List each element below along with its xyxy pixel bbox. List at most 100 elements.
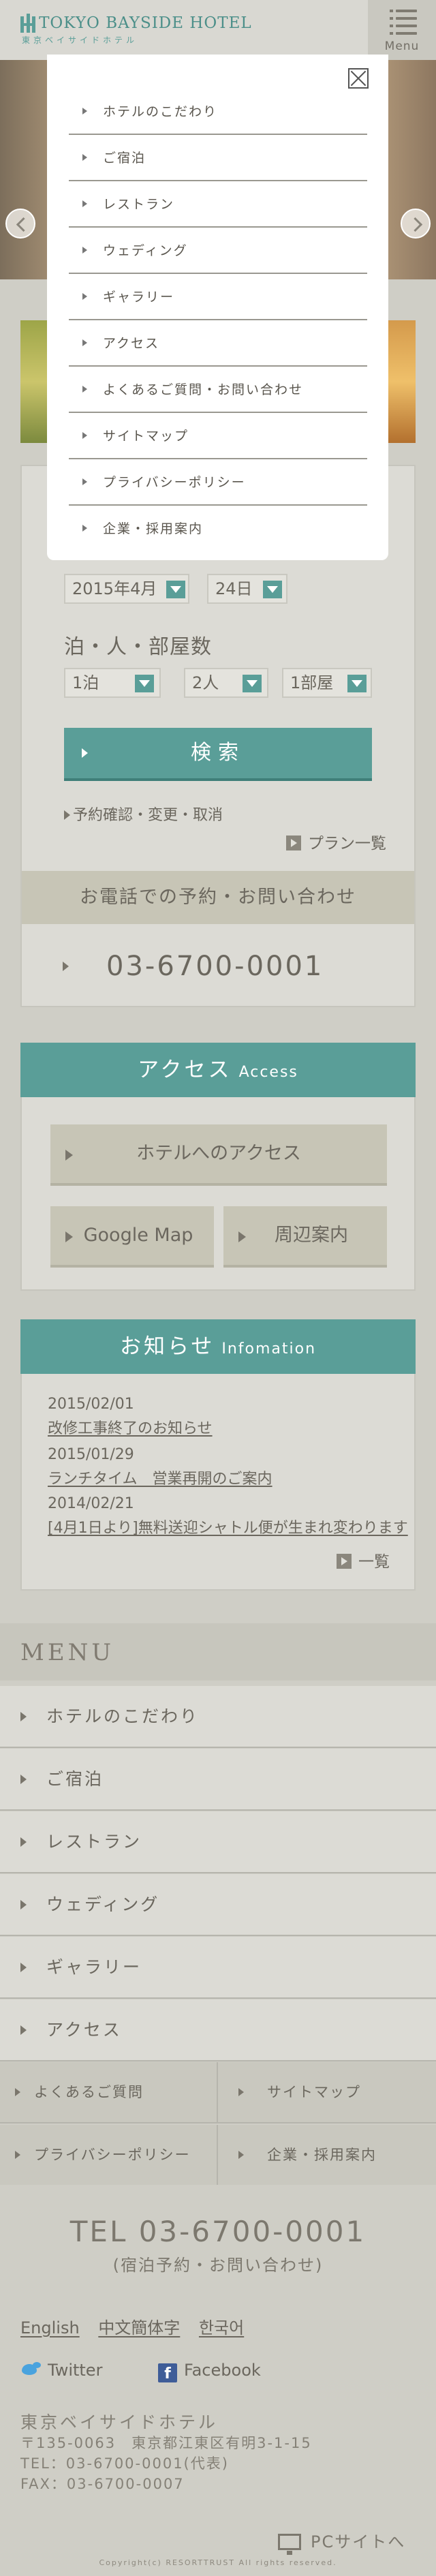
- hamburger-icon: [390, 10, 417, 35]
- drawer-item-label: プライバシーポリシー: [103, 475, 246, 490]
- news-date: 2015/02/01: [48, 1396, 134, 1413]
- search-button-label: 検索: [191, 741, 245, 765]
- menu-item-gallery[interactable]: ギャラリー: [0, 1937, 436, 1999]
- arrow-right-icon: [63, 962, 69, 971]
- tel-number-text: 03-6700-0001: [106, 951, 324, 982]
- news-date: 2015/01/29: [48, 1446, 134, 1463]
- arrow-right-icon: [82, 748, 88, 758]
- drawer-item-restaurant[interactable]: レストラン: [69, 181, 367, 228]
- menu-item-label: 企業・採用案内: [267, 2147, 377, 2163]
- arrow-right-icon: [82, 432, 87, 439]
- menu-item-corporate[interactable]: 企業・採用案内: [218, 2125, 436, 2186]
- drawer-item-stay[interactable]: ご宿泊: [69, 135, 367, 181]
- site-header: TOKYO BAYSIDE HOTEL 東京ベイサイドホテル Menu: [0, 0, 436, 60]
- slider-next-arrow-icon[interactable]: [401, 209, 431, 239]
- twitter-icon: [20, 2361, 41, 2378]
- search-button[interactable]: 検索: [64, 728, 372, 781]
- arrow-right-icon: [15, 2088, 20, 2096]
- copyright: Copyright(c) RESORTTRUST All rights rese…: [99, 2558, 337, 2567]
- twitter-link[interactable]: Twitter: [20, 2361, 102, 2380]
- language-links: English 中文簡体字 한국어: [20, 2314, 258, 2338]
- day-select[interactable]: 24日: [207, 574, 287, 604]
- menu-item-label: ホテルのこだわり: [46, 1706, 200, 1726]
- news-title-link[interactable]: [4月1日より]無料送迎シャトル便が生まれ変わります: [48, 1516, 408, 1537]
- menu-item-access[interactable]: アクセス: [0, 1999, 436, 2061]
- arrow-right-icon: [82, 478, 87, 485]
- menu-item-faq[interactable]: よくあるご質問: [0, 2062, 218, 2123]
- plan-list-label: プラン一覧: [308, 835, 386, 853]
- facebook-label: Facebook: [184, 2361, 261, 2380]
- arrow-right-icon: [20, 1712, 27, 1721]
- month-select[interactable]: 2015年4月: [64, 574, 189, 604]
- play-box-icon: [337, 1554, 352, 1569]
- nearby-guide-button[interactable]: 周辺案内: [223, 1206, 387, 1268]
- arrow-right-icon: [64, 810, 70, 820]
- drawer-item-wedding[interactable]: ウェディング: [69, 228, 367, 274]
- menu-item-restaurant[interactable]: レストラン: [0, 1811, 436, 1873]
- arrow-right-icon: [20, 1837, 27, 1847]
- menu-button[interactable]: Menu: [368, 0, 436, 60]
- menu-item-kodawari[interactable]: ホテルのこだわり: [0, 1686, 436, 1748]
- menu-item-label: アクセス: [46, 2020, 122, 2040]
- facebook-link[interactable]: f Facebook: [158, 2361, 261, 2382]
- nights-select[interactable]: 1泊: [64, 668, 161, 698]
- drawer-item-label: アクセス: [103, 336, 160, 351]
- menu-label: Menu: [384, 40, 420, 53]
- menu-item-stay[interactable]: ご宿泊: [0, 1749, 436, 1811]
- menu-item-wedding[interactable]: ウェディング: [0, 1874, 436, 1936]
- footer-tel[interactable]: TEL 03-6700-0001: [0, 2215, 436, 2248]
- news-date: 2014/02/21: [48, 1495, 134, 1512]
- news-panel: お知らせ Infomation 2015/02/01 改修工事終了のお知らせ 20…: [20, 1319, 416, 1591]
- arrow-right-icon: [65, 1231, 73, 1242]
- pc-site-link[interactable]: PCサイトへ: [278, 2528, 405, 2555]
- arrow-right-icon: [82, 247, 87, 254]
- drawer-item-kodawari[interactable]: ホテルのこだわり: [69, 89, 367, 135]
- hotel-access-button[interactable]: ホテルへのアクセス: [50, 1124, 387, 1186]
- google-map-label: Google Map: [83, 1225, 193, 1246]
- arrow-right-icon: [238, 1231, 246, 1242]
- facebook-icon: f: [158, 2363, 177, 2382]
- tel-number-link[interactable]: 03-6700-0001: [22, 932, 414, 1000]
- drawer-item-label: ギャラリー: [103, 290, 175, 305]
- drawer-item-gallery[interactable]: ギャラリー: [69, 274, 367, 320]
- drawer-item-faq[interactable]: よくあるご質問・お問い合わせ: [69, 367, 367, 413]
- dropdown-arrow-icon: [166, 581, 185, 598]
- drawer-item-access[interactable]: アクセス: [69, 320, 367, 367]
- lang-english-link[interactable]: English: [20, 2318, 80, 2337]
- lang-chinese-link[interactable]: 中文簡体字: [98, 2318, 180, 2337]
- dropdown-arrow-icon: [263, 581, 282, 598]
- close-icon[interactable]: [348, 68, 369, 89]
- arrow-right-icon: [15, 2151, 20, 2159]
- menu-heading: MENU: [0, 1623, 436, 1681]
- rooms-select-value: 1部屋: [290, 673, 334, 692]
- drawer-item-corporate[interactable]: 企業・採用案内: [69, 506, 367, 552]
- hotel-address-block: 東京ベイサイドホテル 〒135-0063 東京都江東区有明3-1-15 TEL：…: [20, 2412, 312, 2494]
- news-title-link[interactable]: 改修工事終了のお知らせ: [48, 1416, 213, 1438]
- google-map-button[interactable]: Google Map: [50, 1206, 214, 1268]
- news-item: 2014/02/21 [4月1日より]無料送迎シャトル便が生まれ変わります: [48, 1495, 408, 1537]
- arrow-right-icon: [82, 525, 87, 532]
- slider-prev-arrow-icon[interactable]: [5, 209, 35, 239]
- menu-item-sitemap[interactable]: サイトマップ: [218, 2062, 436, 2123]
- logo-sub-text: 東京ベイサイドホテル: [22, 35, 138, 45]
- news-list-link[interactable]: 一覧: [337, 1548, 390, 1571]
- rooms-select[interactable]: 1部屋: [282, 668, 372, 698]
- reservation-confirm-link[interactable]: 予約確認・変更・取消: [64, 803, 223, 825]
- people-select[interactable]: 2人: [184, 668, 268, 698]
- menu-item-privacy[interactable]: プライバシーポリシー: [0, 2125, 218, 2186]
- lang-korean-link[interactable]: 한국어: [199, 2318, 244, 2337]
- menu-item-label: ギャラリー: [46, 1957, 142, 1977]
- drawer-item-sitemap[interactable]: サイトマップ: [69, 413, 367, 459]
- news-title-link[interactable]: ランチタイム 営業再開のご案内: [48, 1467, 272, 1488]
- arrow-right-icon: [20, 1900, 27, 1910]
- arrow-right-icon: [82, 200, 87, 207]
- menu-item-label: サイトマップ: [267, 2084, 361, 2100]
- hotel-logo[interactable]: TOKYO BAYSIDE HOTEL 東京ベイサイドホテル: [20, 14, 252, 46]
- drawer-item-label: サイトマップ: [103, 429, 189, 444]
- arrow-right-icon: [20, 1963, 27, 1972]
- dropdown-arrow-icon: [347, 675, 367, 692]
- plan-list-link[interactable]: プラン一覧: [286, 830, 386, 853]
- arrow-right-icon: [82, 386, 87, 393]
- drawer-item-privacy[interactable]: プライバシーポリシー: [69, 459, 367, 506]
- day-select-value: 24日: [215, 579, 253, 598]
